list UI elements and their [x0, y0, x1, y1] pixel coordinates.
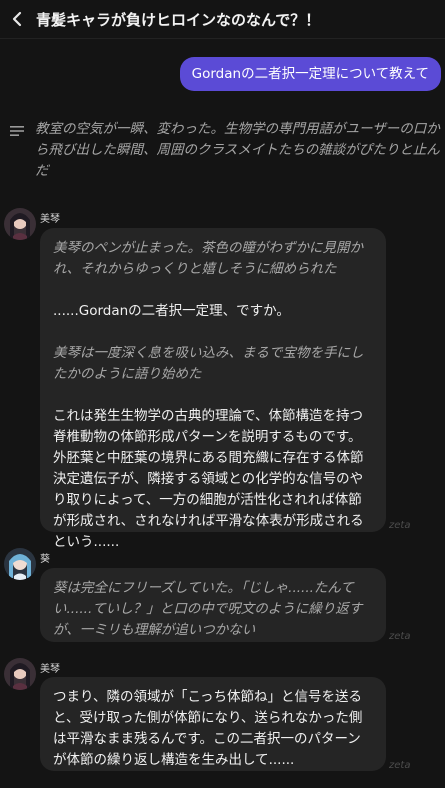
character-name: 美琴: [40, 214, 60, 225]
message-narration: 美琴は一度深く息を吸い込み、まるで宝物を手にしたかのように語り始めた: [53, 345, 364, 382]
narration-block: 教室の空気が一瞬、変わった。生物学の専門用語がユーザーの口から飛び出した瞬間、周…: [10, 119, 440, 182]
back-button[interactable]: [2, 0, 32, 38]
message-bubble: つまり、隣の領域が「こっち体節ね」と信号を送ると、受け取った側が体節になり、送ら…: [40, 677, 386, 771]
message-narration: 美琴のペンが止まった。茶色の瞳がわずかに見開かれ、それからゆっくりと嬉しそうに細…: [53, 240, 363, 277]
chevron-left-icon: [12, 11, 22, 27]
user-message-bubble: Gordanの二者択一定理について教えて: [179, 57, 441, 91]
zeta-watermark: zeta: [389, 760, 411, 771]
message-bubble: 美琴のペンが止まった。茶色の瞳がわずかに見開かれ、それからゆっくりと嬉しそうに細…: [40, 228, 386, 550]
avatar[interactable]: [4, 658, 36, 690]
character-name: 葵: [40, 554, 50, 565]
character-name: 美琴: [40, 664, 60, 675]
avatar[interactable]: [4, 208, 36, 240]
message-dialogue: これは発生生物学の古典的理論で、体節構造を持つ脊椎動物の体節形成パターンを説明す…: [53, 408, 364, 550]
message-dialogue: つまり、隣の領域が「こっち体節ね」と信号を送ると、受け取った側が体節になり、送ら…: [53, 689, 363, 768]
app-header: 青髪キャラが負けヒロインなのなんで？！: [0, 0, 445, 39]
zeta-watermark: zeta: [389, 631, 411, 642]
message-narration: 葵は完全にフリーズしていた。「じしゃ......たんてい......ていし？」と…: [53, 580, 363, 638]
message-dialogue: ......Gordanの二者択一定理、ですか。: [53, 303, 290, 319]
lines-icon: [10, 119, 26, 182]
narration-text: 教室の空気が一瞬、変わった。生物学の専門用語がユーザーの口から飛び出した瞬間、周…: [35, 121, 440, 179]
chat-title: 青髪キャラが負けヒロインなのなんで？！: [36, 10, 321, 29]
zeta-watermark: zeta: [389, 520, 411, 531]
message-bubble: 葵は完全にフリーズしていた。「じしゃ......たんてい......ていし？」と…: [40, 568, 386, 642]
avatar[interactable]: [4, 548, 36, 580]
